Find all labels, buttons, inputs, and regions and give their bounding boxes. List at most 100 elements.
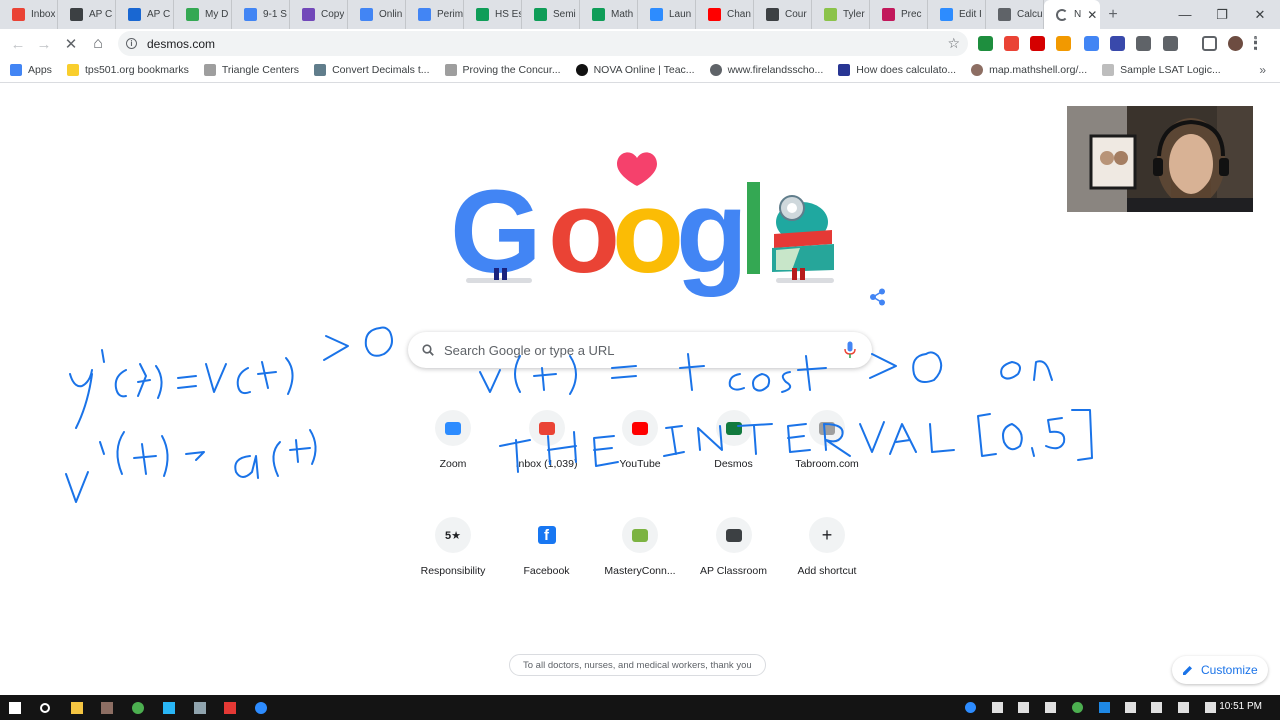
classroom-ext-icon[interactable] [978,36,993,51]
browser-tab[interactable]: Laun [638,0,696,29]
browser-tab[interactable]: Edit I [928,0,986,29]
tray-icon[interactable] [1042,699,1059,716]
shortcut-tile[interactable]: Inbox (1,039) [500,404,594,504]
zoom-icon[interactable] [252,699,269,716]
cast-icon[interactable] [1202,36,1217,51]
arrow-ext-icon[interactable] [1004,36,1019,51]
bookmark-item[interactable]: How does calculato... [838,64,956,76]
app-icon[interactable] [191,699,208,716]
app-icon[interactable] [160,699,177,716]
shortcut-tile[interactable]: f Facebook [500,511,594,611]
tray-icon[interactable] [1015,699,1032,716]
tray-icon[interactable] [989,699,1006,716]
forward-button[interactable]: → [33,33,55,55]
doodle-message-chip[interactable]: To all doctors, nurses, and medical work… [509,654,766,676]
browser-tab[interactable]: Prec [870,0,928,29]
profile-avatar-icon[interactable] [1228,36,1243,51]
opera-ext-icon[interactable] [1030,36,1045,51]
chrome-icon[interactable] [1069,699,1086,716]
browser-tab[interactable]: Chan [696,0,754,29]
browser-tab[interactable]: Semi [522,0,580,29]
puzzle-ext-icon[interactable] [1163,36,1178,51]
bookmark-item[interactable]: Convert Decimals t... [314,64,430,76]
screen: Inbox AP C AP C My D 9-1 S Copy Onlin Perim HS E… [0,0,1280,720]
browser-tab[interactable]: AP C [116,0,174,29]
shortcut-tile[interactable]: AP Classroom [687,511,781,611]
shortcut-tile[interactable]: Zoom [406,404,500,504]
shortcut-tile[interactable]: + Add shortcut [780,511,874,611]
shortcut-tile[interactable]: Desmos [687,404,781,504]
wifi-icon[interactable] [1175,699,1192,716]
browser-tab[interactable]: Cour [754,0,812,29]
bookmark-star-icon[interactable]: ☆ [947,35,960,52]
windows-start-icon[interactable] [6,699,23,716]
search-icon[interactable] [36,699,53,716]
browser-tab[interactable]: My D [174,0,232,29]
diamond-ext-icon[interactable] [1084,36,1099,51]
bookmark-item[interactable]: Proving the Concur... [444,64,561,76]
system-clock[interactable]: 10:51 PM [1219,701,1262,712]
new-tab-button[interactable]: + [1100,0,1126,29]
chrome-icon[interactable] [129,699,146,716]
browser-tab[interactable]: Math [580,0,638,29]
bookmark-item[interactable]: tps501.org bookmarks [66,64,189,76]
close-window-button[interactable]: ✕ [1241,0,1279,29]
bookmark-item[interactable]: Triangle Centers [203,64,299,76]
shell-icon [971,64,984,76]
active-browser-tab[interactable]: N ✕ [1044,0,1100,29]
trophy-ext-icon[interactable] [1056,36,1071,51]
shortcut-tile[interactable]: 5★ Responsibility [406,511,500,611]
c-ext-icon[interactable] [1110,36,1125,51]
site-info-icon[interactable]: i [126,38,137,49]
address-bar[interactable]: i desmos.com ☆ [118,31,968,56]
acrobat-icon[interactable] [221,699,238,716]
shortcut-tile[interactable]: MasteryConn... [593,511,687,611]
search-box[interactable] [408,332,872,368]
browser-tab[interactable]: Calcu [986,0,1044,29]
zoom-icon[interactable] [962,699,979,716]
bookmarks-overflow-button[interactable]: » [1259,63,1266,77]
browser-tab[interactable]: Tyler [812,0,870,29]
doodle-letter-o1: o [548,166,620,298]
bookmark-item[interactable]: map.mathshell.org/... [971,64,1087,76]
browser-tab[interactable]: Onlin [348,0,406,29]
drive-icon [186,8,199,21]
browser-tab[interactable]: Inbox [0,0,58,29]
app-icon[interactable] [98,699,115,716]
bluetooth-icon[interactable] [1096,699,1113,716]
bookmark-item[interactable]: www.firelandsscho... [709,64,823,76]
menu-dots-icon[interactable] [1254,36,1257,51]
shortcut-tile[interactable]: YouTube [593,404,687,504]
pen-icon[interactable] [1202,699,1219,716]
google-doodle[interactable]: G o o g [440,144,840,304]
bookmark-label: Apps [28,64,52,76]
minimize-button[interactable]: — [1166,0,1204,29]
close-tab-icon[interactable]: ✕ [1087,8,1097,22]
search-input[interactable] [444,342,824,358]
shortcut-tile[interactable]: Tabroom.com [780,404,874,504]
shield-icon [715,517,752,553]
file-explorer-icon[interactable] [68,699,85,716]
gear-ext-icon[interactable] [1136,36,1151,51]
maximize-button[interactable]: ❐ [1203,0,1241,29]
battery-icon[interactable] [1122,699,1139,716]
browser-tab[interactable]: Perim [406,0,464,29]
tab-label: AP C [147,9,171,20]
url-text[interactable]: desmos.com [147,37,215,51]
bookmark-item[interactable]: Apps [10,64,52,76]
sheets-icon [592,8,605,21]
home-button[interactable]: ⌂ [87,33,109,55]
browser-tab[interactable]: AP C [58,0,116,29]
browser-tab[interactable]: 9-1 S [232,0,290,29]
volume-icon[interactable] [1148,699,1165,716]
back-button[interactable]: ← [7,33,29,55]
browser-tab[interactable]: Copy [290,0,348,29]
bookmark-item[interactable]: NOVA Online | Teac... [575,64,695,76]
customize-button[interactable]: Customize [1172,656,1268,684]
doodle-letter-g2: g [676,166,748,298]
browser-tab[interactable]: HS Es [464,0,522,29]
share-doodle-icon[interactable] [869,288,887,306]
stop-loading-button[interactable]: ✕ [60,33,82,55]
microphone-icon[interactable] [844,341,856,359]
bookmark-item[interactable]: Sample LSAT Logic... [1102,64,1221,76]
